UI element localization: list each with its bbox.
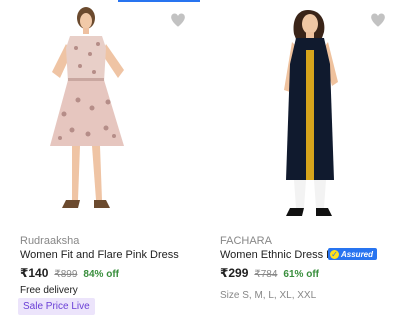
product-title[interactable]: Women Fit and Flare Pink Dress: [20, 249, 179, 261]
product-image[interactable]: [220, 4, 380, 226]
assured-icon: ✓: [330, 249, 339, 259]
dress-image: [50, 7, 124, 208]
wishlist-button[interactable]: [368, 10, 388, 30]
delivery-info: Free delivery: [20, 285, 78, 296]
product-mrp: ₹899: [54, 269, 78, 280]
product-mrp: ₹784: [254, 269, 278, 280]
heart-icon: [169, 12, 187, 29]
product-discount: 84% off: [83, 269, 119, 280]
assured-label: Assured: [341, 249, 374, 259]
wishlist-button[interactable]: [168, 10, 188, 30]
product-price: ₹140: [20, 266, 49, 280]
product-title[interactable]: Women Ethnic Dress Bl…: [220, 249, 332, 261]
product-image[interactable]: [20, 4, 180, 226]
assured-badge: ✓ Assured: [328, 248, 378, 260]
sale-tag: Sale Price Live: [18, 298, 95, 315]
product-card[interactable]: FACHARA Women Ethnic Dress Bl… ✓ Assured…: [200, 0, 400, 316]
product-brand: Rudraaksha: [20, 235, 80, 247]
price-row: ₹299 ₹784 61% off: [220, 266, 319, 280]
product-grid: Rudraaksha Women Fit and Flare Pink Dres…: [0, 0, 400, 316]
dress-image: [284, 10, 338, 216]
price-row: ₹140 ₹899 84% off: [20, 266, 119, 280]
product-discount: 61% off: [283, 269, 319, 280]
available-sizes: Size S, M, L, XL, XXL: [220, 290, 317, 301]
product-brand: FACHARA: [220, 235, 272, 247]
product-price: ₹299: [220, 266, 249, 280]
heart-icon: [369, 12, 387, 29]
product-card[interactable]: Rudraaksha Women Fit and Flare Pink Dres…: [0, 0, 200, 316]
